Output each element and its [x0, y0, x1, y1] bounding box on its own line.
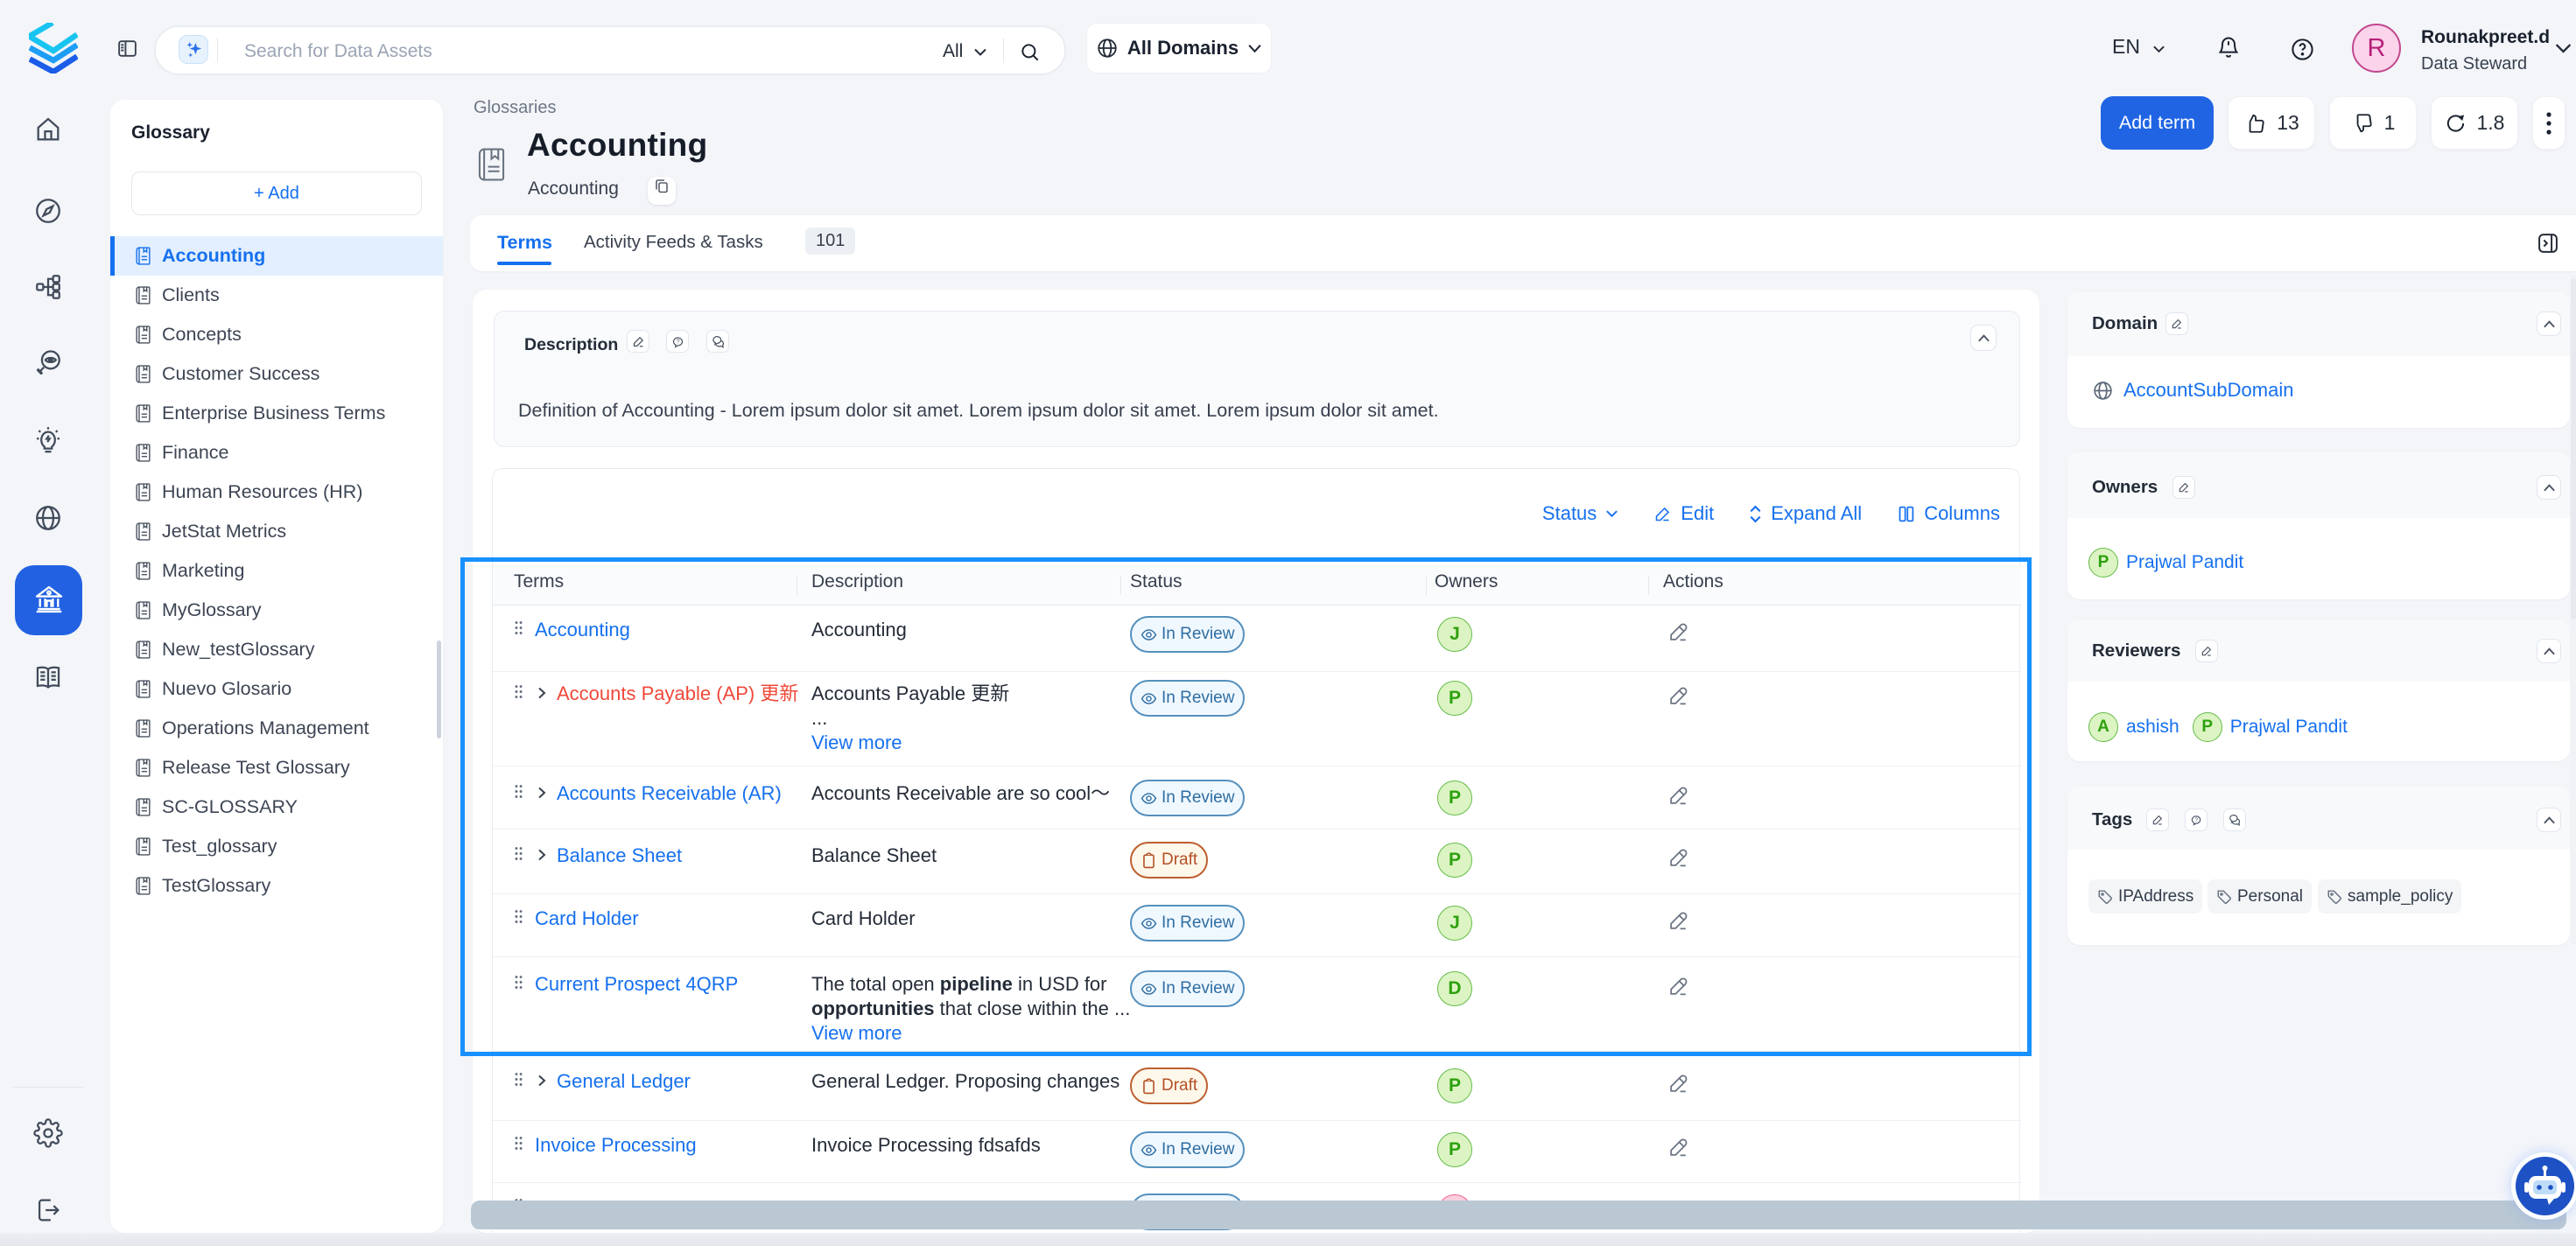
svg-text:?: ? — [2194, 817, 2198, 823]
svg-text:?: ? — [676, 339, 679, 345]
